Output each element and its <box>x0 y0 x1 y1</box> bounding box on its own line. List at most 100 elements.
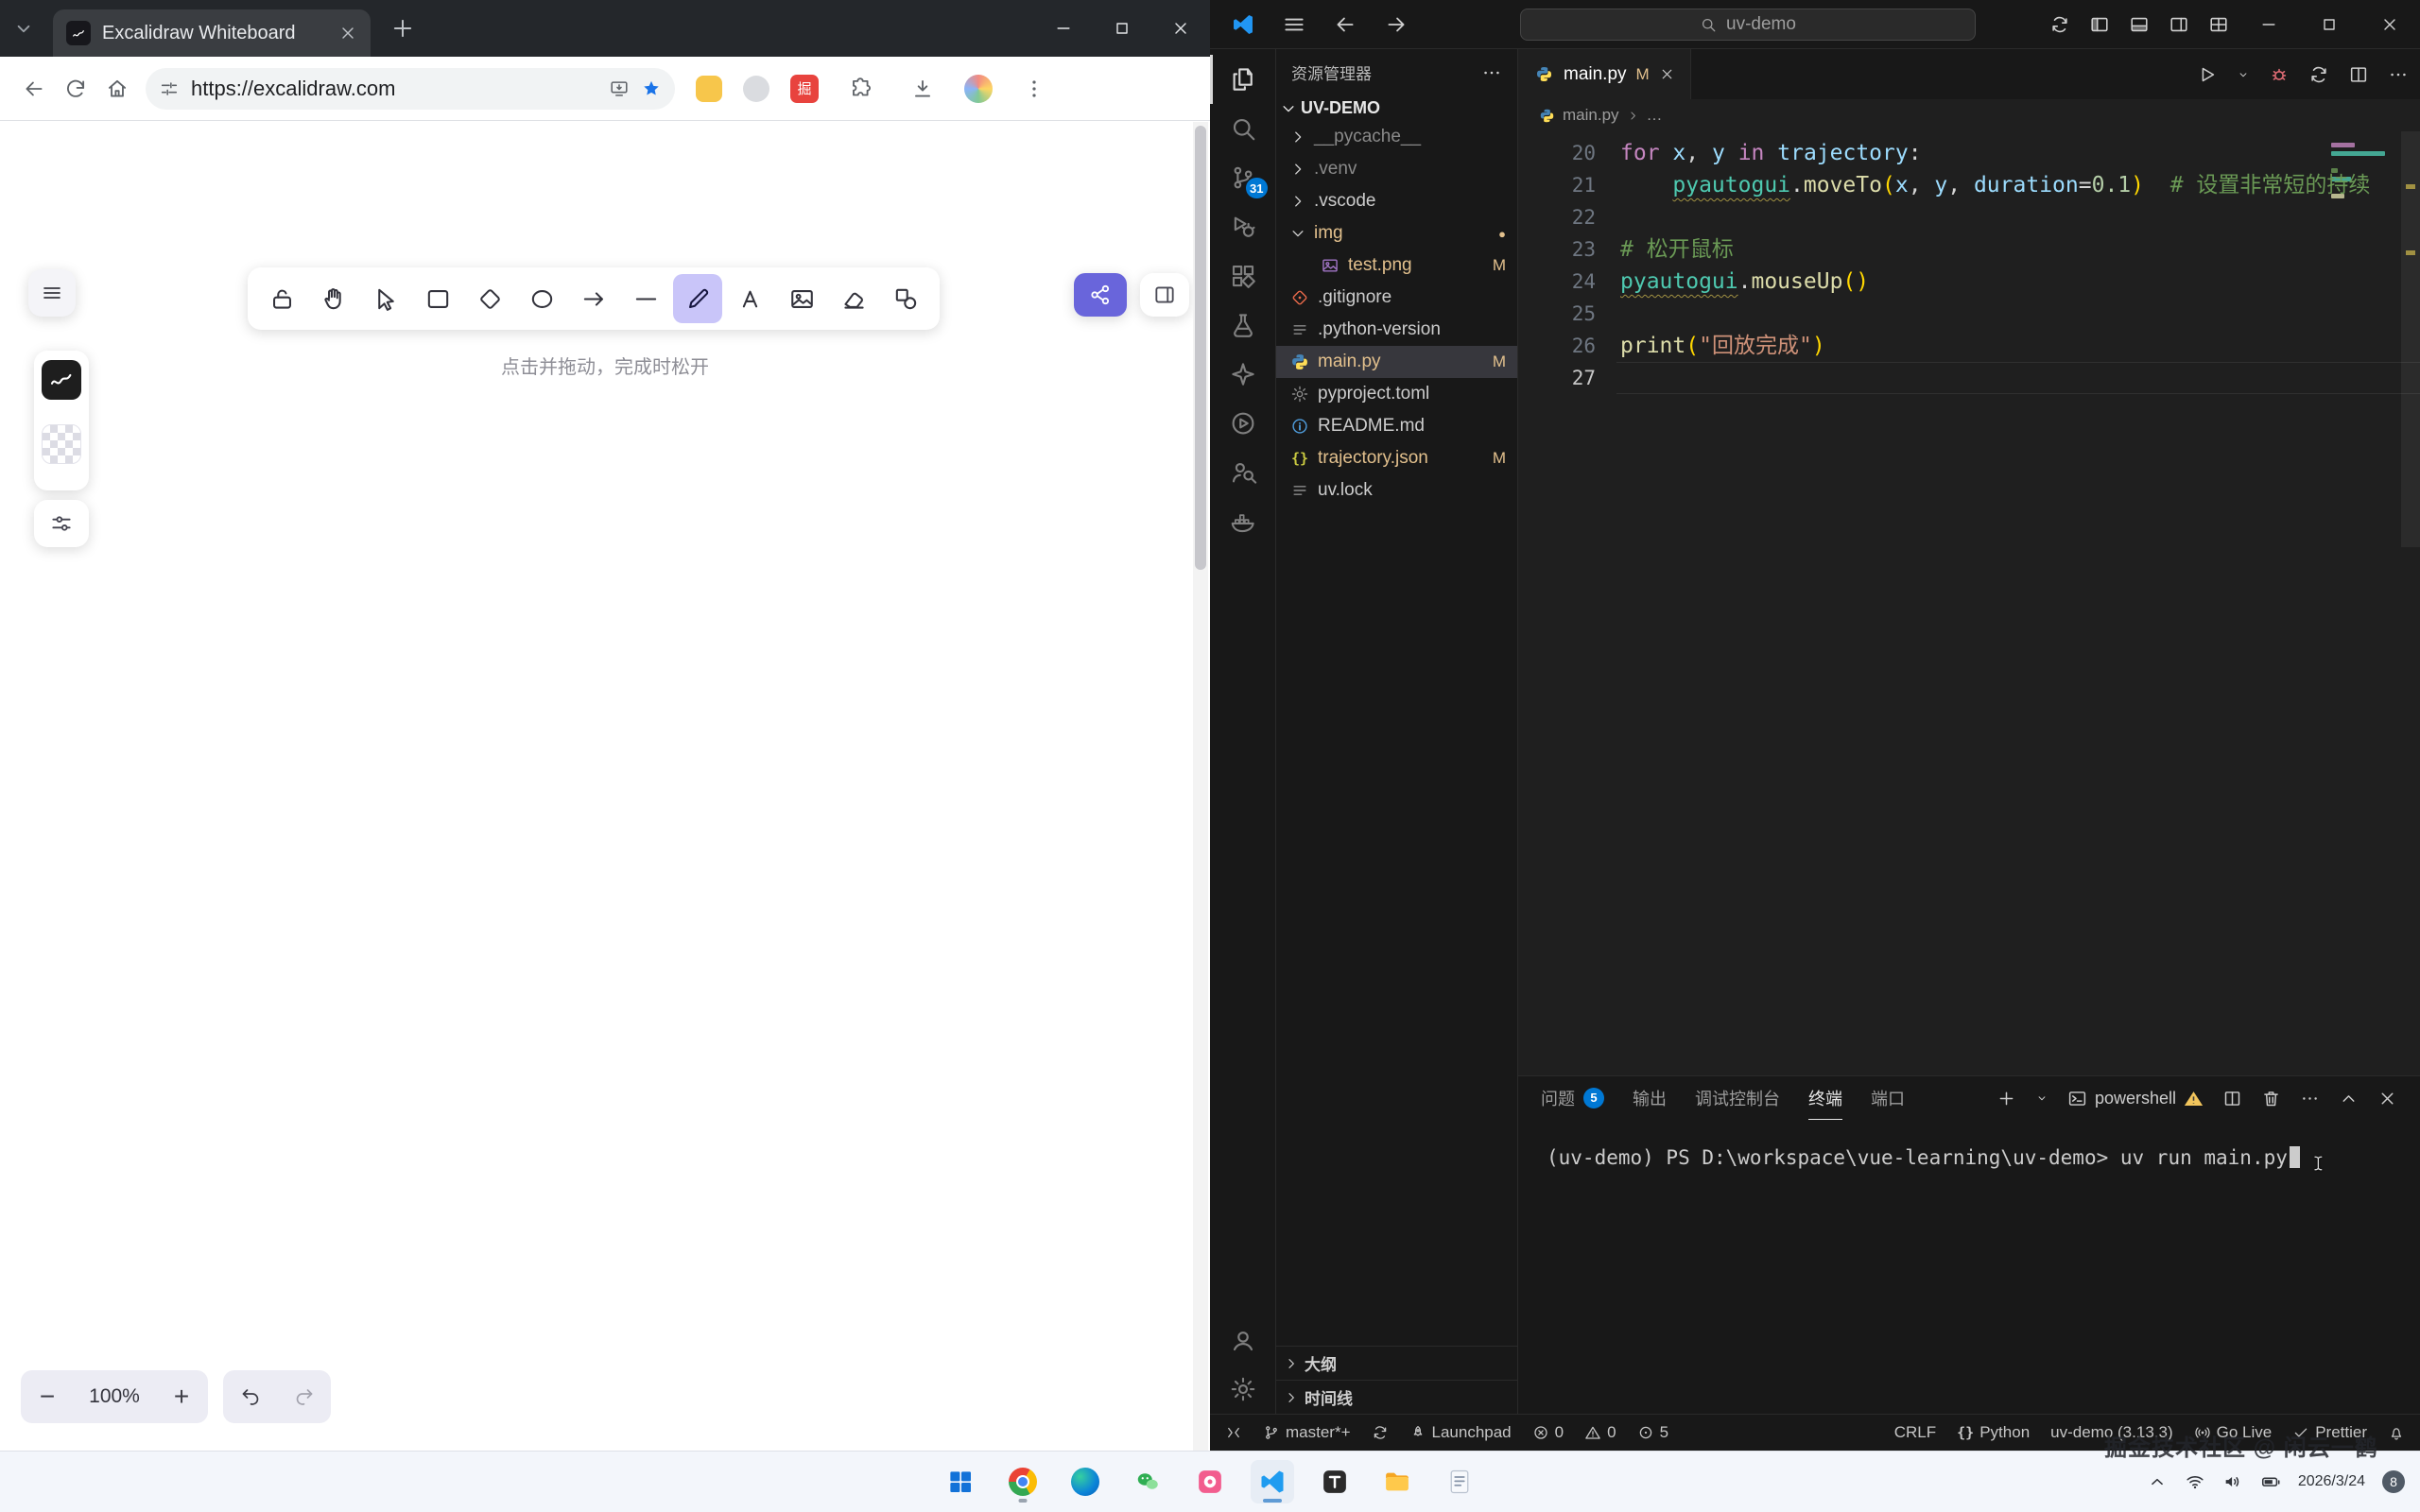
breadcrumb-symbol[interactable]: … <box>1647 106 1663 125</box>
library-button[interactable] <box>1140 273 1189 317</box>
tool-ellipse[interactable] <box>517 274 566 323</box>
status-git-branch[interactable]: master*+ <box>1263 1423 1351 1442</box>
explorer-more-icon[interactable] <box>1481 62 1502 83</box>
code-line-27[interactable]: 27 <box>1518 362 2420 394</box>
file-test.png[interactable]: test.pngM <box>1276 249 1517 282</box>
home-button[interactable] <box>96 68 138 110</box>
folder-.vscode[interactable]: .vscode <box>1276 185 1517 217</box>
stroke-color-swatch[interactable] <box>42 360 81 400</box>
extension-gray-icon[interactable] <box>743 76 769 102</box>
tool-text[interactable] <box>725 274 774 323</box>
sync-icon[interactable] <box>2040 0 2080 49</box>
run-dropdown-icon[interactable] <box>2237 68 2250 81</box>
activity-run-debug[interactable] <box>1210 202 1276 251</box>
tool-lock[interactable] <box>257 274 306 323</box>
zoom-level[interactable]: 100% <box>74 1385 155 1408</box>
redo-button[interactable] <box>277 1370 331 1423</box>
tool-diamond[interactable] <box>465 274 514 323</box>
refresh-icon[interactable] <box>2308 64 2329 85</box>
debug-icon[interactable] <box>2269 64 2290 85</box>
zoom-out-button[interactable]: − <box>21 1370 74 1423</box>
tab-close-icon[interactable] <box>1659 66 1675 82</box>
tool-rectangle[interactable] <box>413 274 462 323</box>
taskbar-edge[interactable] <box>1063 1460 1107 1503</box>
toggle-sidebar-icon[interactable] <box>2080 0 2119 49</box>
undo-button[interactable] <box>223 1370 277 1423</box>
taskbar-start[interactable] <box>939 1460 982 1503</box>
folder-.venv[interactable]: .venv <box>1276 153 1517 185</box>
taskbar-vscode[interactable] <box>1251 1460 1294 1503</box>
command-center-search[interactable]: uv-demo <box>1520 9 1976 41</box>
status-notifications[interactable] <box>2388 1424 2405 1441</box>
terminal[interactable]: (uv-demo) PS D:\workspace\vue-learning\u… <box>1518 1120 2420 1414</box>
editor-tab-main-py[interactable]: main.py M <box>1518 49 1691 99</box>
file-trajectory.json[interactable]: {}trajectory.jsonM <box>1276 442 1517 474</box>
status-language-mode[interactable]: {}Python <box>1957 1423 2030 1442</box>
panel-tab-终端[interactable]: 终端 <box>1808 1076 1842 1120</box>
minimize-button[interactable] <box>1034 0 1093 57</box>
activity-account[interactable] <box>1210 1315 1276 1365</box>
reload-button[interactable] <box>55 68 96 110</box>
profile-avatar[interactable] <box>964 75 993 103</box>
project-root[interactable]: UV-DEMO <box>1276 95 1517 121</box>
split-editor-icon[interactable] <box>2348 64 2369 85</box>
terminal-instance[interactable]: powershell <box>2067 1089 2204 1108</box>
terminal-dropdown-icon[interactable] <box>2035 1091 2048 1105</box>
code-line-26[interactable]: 26print("回放完成") <box>1518 330 2420 362</box>
tool-selection[interactable] <box>361 274 410 323</box>
breadcrumb-file[interactable]: main.py <box>1563 106 1619 125</box>
overview-ruler[interactable] <box>2401 131 2420 1075</box>
file-.gitignore[interactable]: .gitignore <box>1276 282 1517 314</box>
background-transparent-swatch[interactable] <box>42 424 81 464</box>
notification-badge[interactable]: 8 <box>2382 1470 2405 1493</box>
kill-terminal-icon[interactable] <box>2261 1089 2281 1108</box>
close-panel-icon[interactable] <box>2377 1089 2397 1108</box>
hidden-icons-chevron[interactable] <box>2147 1471 2168 1492</box>
file-README.md[interactable]: README.md <box>1276 410 1517 442</box>
toggle-panel-icon[interactable] <box>2119 0 2159 49</box>
status-remote-indicator[interactable] <box>1225 1424 1242 1441</box>
status-sync-changes[interactable] <box>1372 1424 1389 1441</box>
close-button[interactable] <box>1151 0 1210 57</box>
panel-tab-问题[interactable]: 问题5 <box>1541 1076 1604 1120</box>
zoom-in-button[interactable]: + <box>155 1370 208 1423</box>
file-main.py[interactable]: main.pyM <box>1276 346 1517 378</box>
vscode-close-button[interactable] <box>2360 0 2420 49</box>
activity-testing[interactable] <box>1210 301 1276 350</box>
url-text[interactable]: https://excalidraw.com <box>191 77 597 101</box>
file-uv.lock[interactable]: uv.lock <box>1276 474 1517 507</box>
activity-extensions[interactable] <box>1210 251 1276 301</box>
code-line-22[interactable]: 22 <box>1518 201 2420 233</box>
network-icon[interactable] <box>2185 1471 2205 1492</box>
back-button[interactable] <box>13 68 55 110</box>
activity-code-runner[interactable] <box>1210 399 1276 448</box>
maximize-panel-icon[interactable] <box>2339 1089 2359 1108</box>
activity-docker[interactable] <box>1210 497 1276 546</box>
menu-icon[interactable] <box>1282 12 1306 37</box>
panel-more-icon[interactable] <box>2300 1089 2320 1108</box>
toggle-secondary-sidebar-icon[interactable] <box>2159 0 2199 49</box>
file-.python-version[interactable]: .python-version <box>1276 314 1517 346</box>
panel-tab-调试控制台[interactable]: 调试控制台 <box>1695 1076 1780 1120</box>
taskbar-wechat[interactable] <box>1126 1460 1169 1503</box>
file-pyproject.toml[interactable]: pyproject.toml <box>1276 378 1517 410</box>
terminal-command-line[interactable]: (uv-demo) PS D:\workspace\vue-learning\u… <box>1547 1146 2288 1169</box>
code-line-24[interactable]: 24pyautogui.mouseUp() <box>1518 266 2420 298</box>
code-line-21[interactable]: 21 pyautogui.moveTo(x, y, duration=0.1) … <box>1518 169 2420 201</box>
new-tab-button[interactable] <box>389 15 416 42</box>
status-warnings[interactable]: 0 <box>1584 1423 1616 1442</box>
tool-shapes[interactable] <box>881 274 930 323</box>
taskbar-typora[interactable] <box>1313 1460 1357 1503</box>
excalidraw-canvas[interactable]: 点击并拖动，完成时松开 − 100% + ? <box>0 122 1210 1451</box>
extensions-puzzle-icon[interactable] <box>839 68 881 110</box>
excalidraw-menu-button[interactable] <box>28 269 76 317</box>
sidebar-section-大纲[interactable]: 大纲 <box>1276 1346 1517 1380</box>
tool-image[interactable] <box>777 274 826 323</box>
activity-snippets[interactable] <box>1210 350 1276 399</box>
code-editor[interactable]: 20for x, y in trajectory:21 pyautogui.mo… <box>1518 131 2420 1075</box>
nav-back-icon[interactable] <box>1333 12 1357 37</box>
site-settings-icon[interactable] <box>159 78 180 99</box>
share-button[interactable] <box>1074 273 1127 317</box>
tool-draw[interactable] <box>673 274 722 323</box>
tool-line[interactable] <box>621 274 670 323</box>
